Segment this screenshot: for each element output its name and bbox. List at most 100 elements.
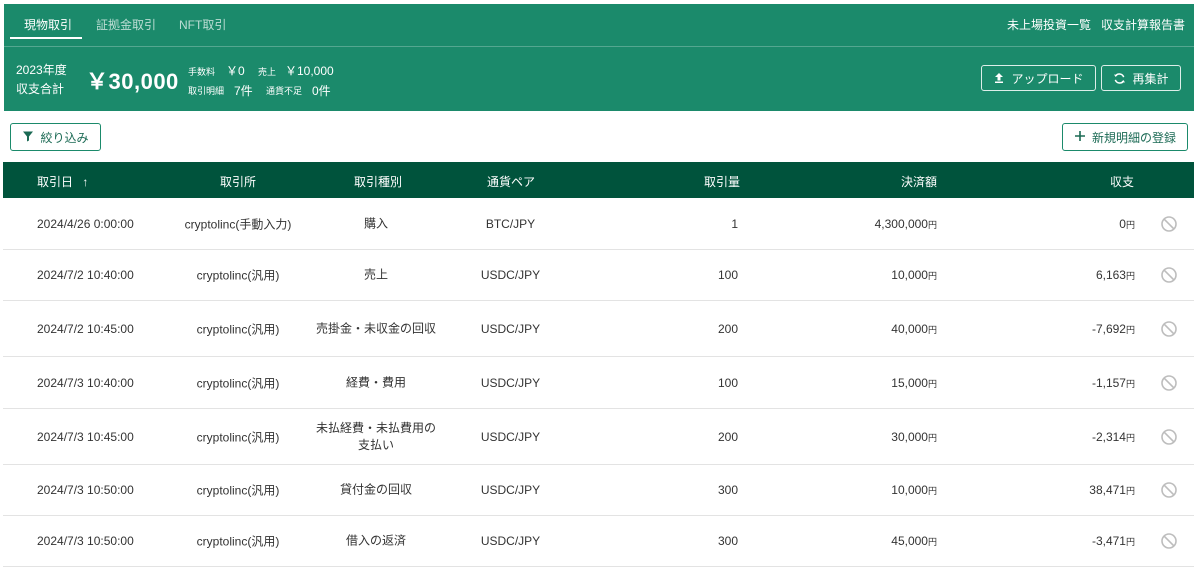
disable-icon[interactable]: [1160, 320, 1178, 338]
cell-pair: USDC/JPY: [480, 375, 541, 390]
upload-button[interactable]: アップロード: [981, 65, 1096, 91]
yen-unit: 円: [1125, 271, 1135, 281]
plus-icon: [1074, 130, 1086, 145]
pnl-value: 38,471: [1089, 483, 1126, 497]
yen-unit: 円: [1125, 324, 1135, 335]
unlisted-investments-link[interactable]: 未上場投資一覧: [1007, 16, 1091, 33]
cell-pair: USDC/JPY: [480, 321, 541, 336]
recalculate-button[interactable]: 再集計: [1101, 65, 1181, 91]
new-detail-button[interactable]: 新規明細の登録: [1062, 123, 1188, 151]
fee-label: 手数料: [188, 67, 216, 77]
cell-settlement: 30,000円: [891, 430, 937, 444]
tab-margin-trading[interactable]: 証拠金取引: [96, 16, 156, 33]
income-report-link[interactable]: 収支計算報告書: [1101, 16, 1185, 33]
header-settlement[interactable]: 決済額: [901, 173, 937, 190]
table-row[interactable]: 2024/7/2 10:45:00 cryptolinc(汎用) 売掛金・未収金の回…: [3, 301, 1194, 357]
cell-pnl: -1,157円: [1092, 376, 1135, 390]
yen-unit: 円: [927, 271, 937, 281]
header-type[interactable]: 取引種別: [354, 173, 402, 190]
active-tab-indicator: [10, 37, 82, 39]
table-row[interactable]: 2024/7/2 10:40:00 cryptolinc(汎用) 売上 USDC/JP…: [3, 250, 1194, 301]
details-value: 7件: [234, 84, 253, 98]
table-row[interactable]: 2024/7/3 10:50:00 cryptolinc(汎用) 貸付金の回収 USD…: [3, 465, 1194, 516]
cell-pnl: -3,471円: [1092, 534, 1135, 548]
header-pnl[interactable]: 収支: [1110, 173, 1134, 190]
sort-ascending-icon: ↑: [82, 175, 89, 189]
yen-unit: 円: [1125, 486, 1135, 496]
yen-unit: 円: [927, 219, 937, 230]
cell-exchange: cryptolinc(手動入力): [184, 217, 292, 231]
cell-exchange: cryptolinc(汎用): [196, 483, 280, 498]
fiscal-year: 2023年度: [16, 63, 67, 77]
cell-date: 2024/7/2 10:45:00: [37, 321, 134, 336]
recalculate-button-label: 再集計: [1132, 71, 1169, 86]
cell-date: 2024/7/3 10:50:00: [37, 483, 134, 497]
header-pair[interactable]: 通貨ペア: [487, 173, 535, 190]
total-label: 収支合計: [16, 82, 65, 96]
yen-unit: 円: [1125, 219, 1135, 230]
settlement-value: 30,000: [891, 429, 928, 444]
cell-pair: BTC/JPY: [485, 216, 536, 231]
table-row[interactable]: 2024/4/26 0:00:00 cryptolinc(手動入力) 購入 BTC/J…: [3, 198, 1194, 250]
disable-icon[interactable]: [1160, 481, 1178, 499]
table-body: 2024/4/26 0:00:00 cryptolinc(手動入力) 購入 BTC/J…: [3, 198, 1194, 567]
yen-unit: 円: [927, 324, 937, 335]
cell-quantity: 300: [717, 534, 738, 548]
shortage-label: 通貨不足: [266, 86, 303, 96]
filter-button[interactable]: 絞り込み: [10, 123, 101, 151]
shortage-value: 0件: [312, 84, 331, 98]
top-navigation: 現物取引 証拠金取引 NFT取引 未上場投資一覧 収支計算報告書: [4, 4, 1194, 47]
cell-type: 借入の返済: [345, 533, 406, 548]
pnl-value: -3,471: [1091, 534, 1126, 548]
disable-icon[interactable]: [1160, 215, 1178, 233]
cell-type: 購入: [363, 216, 388, 230]
table-row[interactable]: 2024/7/3 10:40:00 cryptolinc(汎用) 経費・費用 USDC…: [3, 357, 1194, 409]
cell-pnl: -2,314円: [1092, 430, 1135, 444]
yen-unit: 円: [927, 432, 937, 443]
table-header: 取引日 ↑ 取引所 取引種別 通貨ペア 取引量 決済額 収支: [3, 162, 1194, 198]
table-row[interactable]: 2024/7/3 10:45:00 cryptolinc(汎用) 未払経費・未払費用…: [3, 409, 1194, 465]
yen-unit: 円: [927, 378, 937, 389]
cell-settlement: 45,000円: [891, 534, 937, 548]
transactions-table: 取引日 ↑ 取引所 取引種別 通貨ペア 取引量 決済額 収支 2024/4/26…: [3, 162, 1194, 567]
disable-icon[interactable]: [1160, 266, 1178, 284]
header-quantity[interactable]: 取引量: [704, 173, 740, 190]
cell-pair: USDC/JPY: [480, 429, 541, 444]
disable-icon[interactable]: [1160, 428, 1178, 446]
cell-date: 2024/7/3 10:45:00: [37, 429, 134, 444]
cell-settlement: 15,000円: [891, 376, 937, 390]
yen-unit: 円: [927, 537, 937, 547]
cell-quantity: 100: [717, 268, 738, 282]
upload-icon: [993, 72, 1005, 84]
settlement-value: 15,000: [891, 375, 928, 390]
cell-exchange: cryptolinc(汎用): [196, 376, 280, 390]
cell-type: 貸付金の回収: [339, 482, 412, 497]
header-date-label: 取引日: [37, 175, 74, 189]
tab-spot-trading[interactable]: 現物取引: [24, 16, 72, 33]
disable-icon[interactable]: [1160, 374, 1178, 392]
disable-icon[interactable]: [1160, 532, 1178, 550]
cell-exchange: cryptolinc(汎用): [196, 268, 280, 283]
settlement-value: 10,000: [891, 268, 928, 282]
yen-unit: 円: [1125, 537, 1135, 547]
cell-quantity: 200: [717, 429, 738, 444]
cell-exchange: cryptolinc(汎用): [196, 534, 280, 549]
cell-settlement: 10,000円: [891, 483, 937, 497]
filter-button-label: 絞り込み: [40, 130, 89, 145]
tab-nft-trading[interactable]: NFT取引: [179, 16, 226, 33]
header-date[interactable]: 取引日 ↑: [37, 173, 88, 190]
header-exchange[interactable]: 取引所: [220, 173, 256, 190]
settlement-value: 10,000: [891, 483, 928, 497]
cell-quantity: 100: [717, 375, 738, 390]
new-detail-button-label: 新規明細の登録: [1091, 130, 1176, 145]
yen-unit: 円: [1125, 378, 1135, 389]
table-row[interactable]: 2024/7/3 10:50:00 cryptolinc(汎用) 借入の返済 USDC…: [3, 516, 1194, 567]
cell-pair: USDC/JPY: [480, 268, 541, 282]
cell-settlement: 10,000円: [891, 268, 937, 282]
pnl-value: -1,157: [1091, 375, 1126, 390]
cell-pnl: 38,471円: [1089, 483, 1135, 497]
cell-exchange: cryptolinc(汎用): [196, 322, 280, 336]
yen-unit: 円: [1125, 432, 1135, 443]
cell-type: 経費・費用: [345, 375, 406, 389]
pnl-value: -7,692: [1091, 321, 1126, 336]
